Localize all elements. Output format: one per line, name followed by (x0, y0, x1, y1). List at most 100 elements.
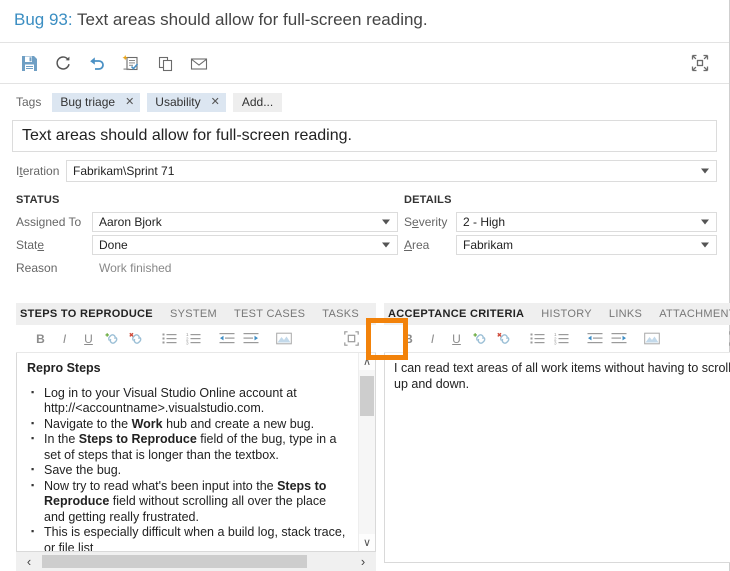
vertical-scrollbar[interactable]: ∧ ∨ (358, 353, 376, 551)
reason-label: Reason (16, 261, 58, 275)
restore-down-button[interactable] (683, 48, 717, 78)
work-item-header: Bug 93: Text areas should allow for full… (0, 0, 729, 43)
steps-editor[interactable]: Repro Steps Log in to your Visual Studio… (16, 353, 377, 552)
list-item: This is especially difficult when a buil… (31, 524, 350, 551)
chevron-down-icon (701, 219, 709, 225)
work-item-toolbar (0, 43, 729, 84)
underline-button[interactable]: U (446, 329, 467, 349)
email-button[interactable] (182, 48, 216, 78)
tab-links[interactable]: LINKS (609, 308, 642, 320)
undo-button[interactable] (80, 48, 114, 78)
acceptance-criteria-content[interactable]: I can read text areas of all work items … (385, 353, 730, 562)
iteration-combo[interactable]: Fabrikam\Sprint 71 (66, 160, 717, 182)
remove-link-button[interactable] (126, 329, 147, 349)
list-item: In the Steps to Reproduce field of the b… (31, 431, 350, 463)
insert-image-button[interactable] (641, 329, 662, 349)
reason-value: Work finished (99, 261, 172, 275)
tag-remove-icon[interactable]: ✕ (125, 96, 134, 108)
save-button[interactable] (12, 48, 46, 78)
field-severity: Severity 2 - High (404, 212, 717, 232)
horizontal-scroll-track[interactable] (42, 555, 351, 568)
copy-button[interactable] (148, 48, 182, 78)
tab-acceptance-criteria[interactable]: ACCEPTANCE CRITERIA (388, 308, 524, 320)
tab-steps-to-reproduce[interactable]: STEPS TO REPRODUCE (20, 308, 153, 320)
tab-history[interactable]: HISTORY (541, 308, 592, 320)
vertical-scroll-thumb[interactable] (360, 376, 375, 416)
add-tag-button[interactable]: Add... (232, 92, 283, 112)
bold-button[interactable]: B (398, 329, 419, 349)
details-heading: DETAILS (404, 194, 452, 206)
italic-button[interactable]: I (422, 329, 443, 349)
numbered-list-button[interactable]: 123 (183, 329, 204, 349)
bullet-list-button[interactable] (527, 329, 548, 349)
area-label: Area (404, 238, 430, 252)
area-value: Fabrikam (463, 238, 514, 252)
new-linked-item-icon (122, 54, 140, 72)
steps-editor-content[interactable]: Repro Steps Log in to your Visual Studio… (17, 353, 358, 551)
horizontal-scroll-thumb[interactable] (42, 555, 307, 568)
scroll-left-arrow[interactable]: ‹ (16, 554, 42, 569)
insert-image-button[interactable] (273, 329, 294, 349)
outdent-button[interactable] (216, 329, 237, 349)
assigned-to-combo[interactable]: Aaron Bjork (92, 212, 398, 232)
field-area: Area Fabrikam (404, 235, 717, 255)
underline-button[interactable]: U (78, 329, 99, 349)
bullet-list-button[interactable] (159, 329, 180, 349)
list-item: Navigate to the Work hub and create a ne… (31, 416, 350, 433)
new-linked-work-item-button[interactable] (114, 48, 148, 78)
chevron-down-icon (701, 242, 709, 248)
list-item: Log in to your Visual Studio Online acco… (31, 385, 350, 417)
field-assigned-to: Assigned To Aaron Bjork (16, 212, 398, 232)
tab-system[interactable]: SYSTEM (170, 308, 217, 320)
scroll-down-arrow[interactable]: ∨ (359, 534, 375, 551)
tag-label: Usability (155, 95, 201, 109)
indent-button[interactable] (608, 329, 629, 349)
title-input[interactable]: Text areas should allow for full-screen … (12, 120, 717, 152)
scroll-right-arrow[interactable]: › (350, 554, 376, 569)
tags-label: Tags (16, 95, 42, 109)
svg-text:3: 3 (554, 341, 557, 345)
tab-attachment[interactable]: ATTACHMENT (659, 308, 730, 320)
maximize-button[interactable] (726, 329, 730, 349)
work-item-form: Bug 93: Text areas should allow for full… (0, 0, 730, 571)
chevron-down-icon (382, 242, 390, 248)
horizontal-scrollbar[interactable]: ‹ › (16, 552, 377, 571)
assigned-to-value: Aaron Bjork (99, 215, 162, 229)
list-item: Save the bug. (31, 462, 350, 479)
tab-test-cases[interactable]: TEST CASES (234, 308, 305, 320)
outdent-button[interactable] (584, 329, 605, 349)
severity-value: 2 - High (463, 215, 506, 229)
repro-steps-heading: Repro Steps (27, 361, 101, 375)
italic-button[interactable]: I (54, 329, 75, 349)
severity-combo[interactable]: 2 - High (456, 212, 717, 232)
iteration-value: Fabrikam\Sprint 71 (73, 164, 175, 178)
bold-button[interactable]: B (30, 329, 51, 349)
remove-link-button[interactable] (494, 329, 515, 349)
tag-chip[interactable]: Bug triage ✕ (52, 92, 141, 112)
field-state: State Done (16, 235, 398, 255)
panels-container: STEPS TO REPRODUCE SYSTEM TEST CASES TAS… (0, 303, 730, 571)
steps-panel: STEPS TO REPRODUCE SYSTEM TEST CASES TAS… (0, 303, 377, 571)
page-title: Bug 93: Text areas should allow for full… (14, 10, 729, 30)
insert-link-button[interactable] (470, 329, 491, 349)
maximize-button[interactable] (341, 329, 362, 349)
undo-icon (88, 55, 106, 72)
insert-link-button[interactable] (102, 329, 123, 349)
tag-remove-icon[interactable]: ✕ (211, 96, 220, 108)
tab-tasks[interactable]: TASKS (322, 308, 359, 320)
work-item-id: Bug 93: (14, 10, 73, 29)
acceptance-editor[interactable]: I can read text areas of all work items … (384, 353, 730, 563)
severity-label: Severity (404, 215, 448, 229)
right-tab-bar: ACCEPTANCE CRITERIA HISTORY LINKS ATTACH… (384, 303, 730, 325)
tag-chip[interactable]: Usability ✕ (147, 92, 226, 112)
refresh-button[interactable] (46, 48, 80, 78)
title-field-wrap: Text areas should allow for full-screen … (0, 120, 729, 152)
area-combo[interactable]: Fabrikam (456, 235, 717, 255)
refresh-icon (55, 55, 72, 72)
state-combo[interactable]: Done (92, 235, 398, 255)
indent-button[interactable] (240, 329, 261, 349)
scroll-up-arrow[interactable]: ∧ (359, 353, 375, 370)
acceptance-panel: ACCEPTANCE CRITERIA HISTORY LINKS ATTACH… (376, 303, 730, 571)
vertical-scroll-track[interactable] (359, 370, 376, 534)
numbered-list-button[interactable]: 123 (551, 329, 572, 349)
